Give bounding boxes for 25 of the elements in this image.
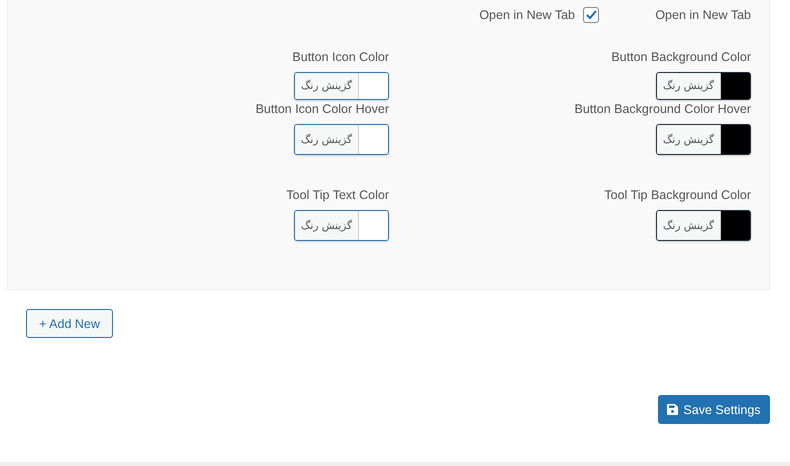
- checkbox[interactable]: [583, 7, 599, 23]
- color-picker[interactable]: گزینش رنگ: [656, 72, 751, 100]
- field-label: Open in New Tab: [655, 7, 751, 24]
- select-color-button[interactable]: گزینش رنگ: [295, 125, 359, 154]
- field-label: Tool Tip Background Color: [604, 187, 751, 204]
- select-color-button[interactable]: گزینش رنگ: [657, 125, 721, 154]
- field-label: Button Icon Color Hover: [256, 101, 389, 118]
- select-color-button[interactable]: گزینش رنگ: [657, 73, 721, 99]
- color-picker[interactable]: گزینش رنگ: [656, 210, 751, 241]
- check-icon: [586, 10, 596, 20]
- save-icon: [667, 404, 678, 415]
- field-label: Button Background Color Hover: [574, 101, 751, 118]
- select-color-button[interactable]: گزینش رنگ: [295, 73, 359, 99]
- color-picker[interactable]: گزینش رنگ: [294, 72, 389, 100]
- checkbox-label: Open in New Tab: [479, 7, 575, 24]
- field-label: Button Background Color: [611, 49, 751, 66]
- add-new-button[interactable]: + Add New: [26, 309, 113, 338]
- field-label: Button Icon Color: [292, 49, 389, 66]
- color-picker[interactable]: گزینش رنگ: [294, 124, 389, 155]
- select-color-button[interactable]: گزینش رنگ: [657, 211, 721, 240]
- select-color-button[interactable]: گزینش رنگ: [295, 211, 359, 240]
- save-settings-button[interactable]: Save Settings: [658, 395, 770, 424]
- color-picker[interactable]: گزینش رنگ: [656, 124, 751, 155]
- color-picker[interactable]: گزینش رنگ: [294, 210, 389, 241]
- field-label: Tool Tip Text Color: [286, 187, 389, 204]
